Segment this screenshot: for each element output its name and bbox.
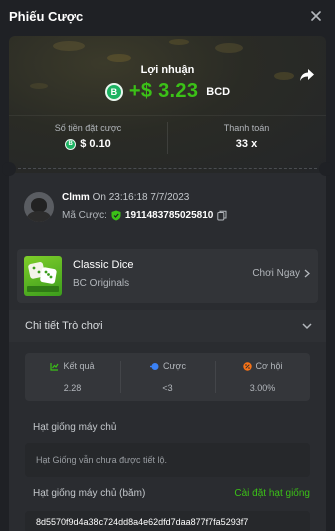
bet-amount-stat: Số tiền đặt cược B $ 0.10	[9, 123, 167, 150]
hashed-seed-field[interactable]: 8d5570f9d4a38c724dd8a4e62dfd7daa877f7fa5…	[25, 511, 310, 531]
results-panel: Kết quả 2.28 Cược <3 Cơ hội 3.00%	[25, 353, 310, 401]
modal-title: Phiếu Cược	[9, 8, 84, 24]
bet-summary-card: Lợi nhuận B +$ 3.23 BCD Số tiền đặt cược…	[9, 36, 326, 173]
game-provider: BC Originals	[73, 278, 130, 289]
verified-shield-icon	[111, 210, 121, 221]
server-seed-field: Hạt Giống vẫn chưa được tiết lộ.	[25, 443, 310, 477]
profit-label: Lợi nhuận	[140, 64, 195, 76]
bet-amount-label: Số tiền đặt cược	[54, 123, 122, 133]
percent-icon	[242, 361, 252, 371]
ticket-notch-left	[2, 162, 16, 176]
modal-header: Phiếu Cược	[0, 0, 335, 32]
username[interactable]: Clmm	[62, 192, 90, 203]
bet-label-row: Cược	[120, 361, 215, 371]
bet-label: Cược	[163, 361, 186, 371]
result-value: 2.28	[63, 383, 82, 393]
result-label: Kết quả	[63, 361, 95, 371]
chance-label: Cơ hội	[255, 361, 283, 371]
chevron-down-icon	[302, 322, 312, 329]
bet-column: Cược <3	[120, 353, 215, 401]
result-label-row: Kết quả	[25, 361, 120, 371]
result-column: Kết quả 2.28	[25, 353, 120, 401]
server-seed-label: Hạt giống máy chủ	[33, 422, 117, 433]
bet-amount-value-row: B $ 0.10	[9, 138, 167, 150]
payout-label: Thanh toán	[223, 123, 270, 133]
chevron-right-icon	[304, 269, 310, 278]
play-now-label: Chơi Ngay	[252, 268, 300, 279]
profit-row: B +$ 3.23 BCD	[9, 80, 326, 103]
bet-id-label: Mã Cược:	[62, 210, 107, 221]
chance-column: Cơ hội 3.00%	[215, 353, 310, 401]
user-info: Clmm On 23:16:18 7/7/2023 Mã Cược: 19114…	[24, 192, 227, 222]
bet-amount-value: $ 0.10	[80, 138, 111, 150]
bet-id-value: 1911483785025810	[124, 210, 214, 221]
bet-value: <3	[162, 383, 173, 393]
copy-icon[interactable]	[217, 210, 227, 221]
seed-settings-link[interactable]: Cài đặt hạt giống	[234, 488, 310, 499]
payout-value: 33 x	[235, 138, 258, 150]
share-icon	[300, 69, 314, 81]
bcd-coin-icon: B	[65, 138, 77, 150]
game-card[interactable]: Classic Dice BC Originals Chơi Ngay	[17, 249, 318, 303]
close-button[interactable]	[306, 6, 326, 26]
dice-icon	[27, 262, 59, 292]
bet-details-panel: Clmm On 23:16:18 7/7/2023 Mã Cược: 19114…	[9, 168, 326, 531]
bet-time: On 23:16:18 7/7/2023	[89, 192, 190, 203]
game-name: Classic Dice	[73, 259, 134, 271]
share-button[interactable]	[298, 66, 316, 84]
summary-divider	[9, 115, 326, 116]
close-icon	[311, 11, 321, 21]
profit-amount: +$ 3.23	[128, 80, 199, 102]
game-details-header[interactable]: Chi tiết Trò chơi	[9, 310, 326, 342]
hashed-seed-label: Hạt giống máy chủ (băm)	[33, 488, 146, 499]
profit-currency: BCD	[206, 85, 231, 98]
play-now-button[interactable]: Chơi Ngay	[252, 268, 310, 279]
payout-stat: Thanh toán 33 x	[167, 123, 326, 150]
bet-target-icon	[150, 362, 159, 370]
chance-label-row: Cơ hội	[215, 361, 310, 371]
ticket-notch-right	[319, 162, 333, 176]
user-line: Clmm On 23:16:18 7/7/2023	[62, 192, 227, 203]
result-chart-icon	[50, 362, 59, 371]
avatar[interactable]	[24, 192, 54, 222]
dashed-separator	[18, 168, 317, 169]
bet-id-line: Mã Cược: 1911483785025810	[62, 210, 227, 221]
bcd-coin-icon: B	[104, 82, 123, 101]
game-details-title: Chi tiết Trò chơi	[25, 320, 103, 332]
classic-dice-thumbnail	[24, 256, 62, 296]
chance-value: 3.00%	[249, 383, 276, 393]
